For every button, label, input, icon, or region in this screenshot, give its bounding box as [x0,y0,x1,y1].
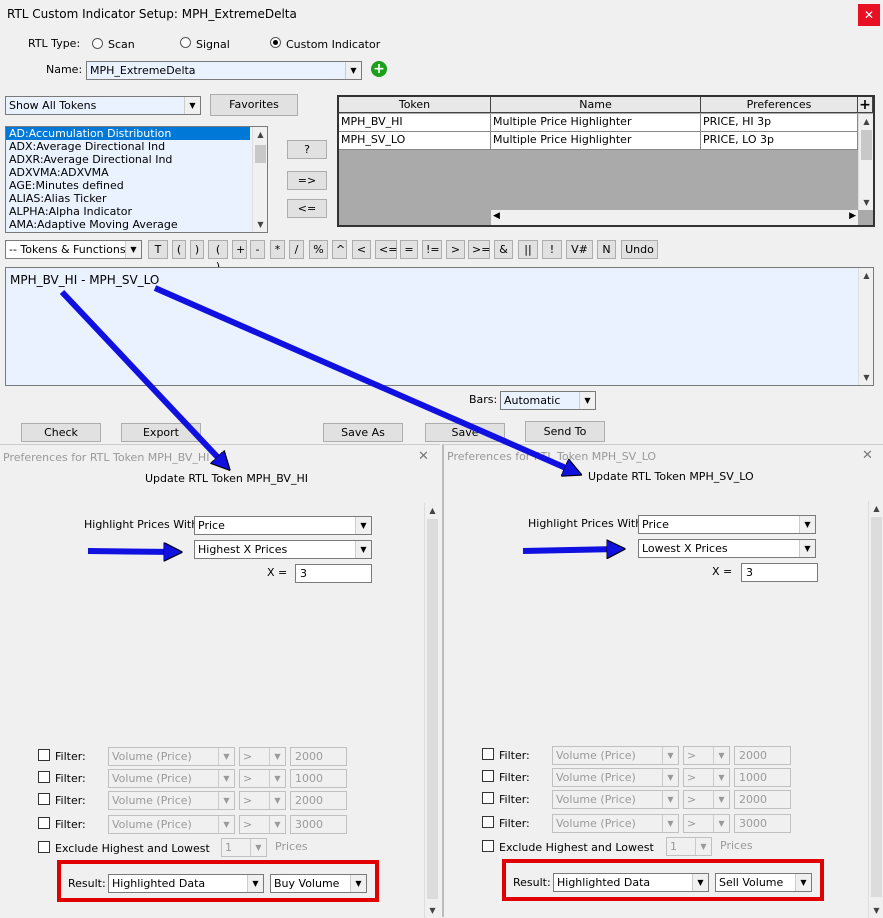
arrow-to-right-panel [153,285,575,472]
arrow-to-highest [87,551,175,552]
annotation-arrows [59,285,883,917]
arrow-to-left-panel [59,289,225,465]
arrow-to-lowest [522,549,618,551]
